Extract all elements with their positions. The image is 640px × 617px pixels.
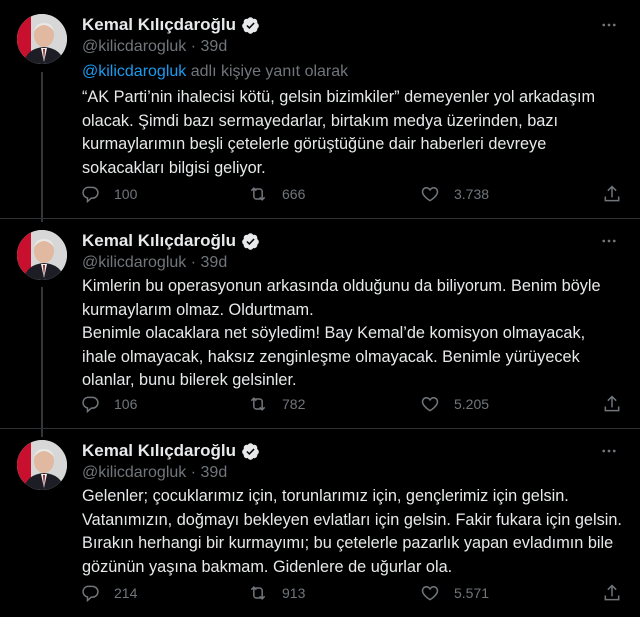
reply-icon — [82, 396, 99, 414]
reply-icon — [82, 186, 99, 204]
verified-badge-icon — [241, 232, 260, 251]
tweet-actions: 214 913 5.571 — [80, 583, 620, 607]
tweet[interactable]: Kemal Kılıçdaroğlu @kilicdarogluk · 39d … — [0, 440, 640, 615]
reply-count: 100 — [114, 186, 138, 202]
like-button[interactable]: 5.205 — [420, 394, 489, 414]
retweet-button[interactable]: 666 — [248, 184, 305, 204]
like-button[interactable]: 5.571 — [420, 583, 489, 603]
replying-to: @kilicdarogluk adlı kişiye yanıt olarak — [82, 63, 348, 81]
tweet-text: Gelenler; çocuklarımız için, torunlarımı… — [82, 487, 622, 576]
retweet-count: 666 — [282, 186, 306, 202]
share-icon[interactable] — [602, 394, 622, 419]
tweet-text: “AK Parti’nin ihalecisi kötü, gelsin biz… — [82, 88, 596, 177]
avatar[interactable] — [17, 14, 67, 64]
share-icon[interactable] — [602, 583, 622, 608]
avatar[interactable] — [17, 440, 67, 490]
heart-icon — [421, 186, 439, 202]
reply-button[interactable]: 100 — [80, 184, 137, 204]
verified-badge-icon — [241, 442, 260, 461]
retweet-count: 782 — [282, 396, 306, 412]
verified-badge-icon — [241, 16, 260, 35]
reply-mention-link[interactable]: @kilicdarogluk — [82, 63, 186, 80]
more-icon[interactable] — [600, 232, 618, 255]
reply-suffix: adlı kişiye yanıt olarak — [190, 63, 349, 80]
heart-icon — [421, 585, 439, 601]
timestamp[interactable]: 39d — [201, 464, 228, 481]
retweet-icon — [250, 187, 266, 201]
reply-button[interactable]: 214 — [80, 583, 137, 603]
reply-icon — [82, 585, 99, 603]
tweet-text: Kimlerin bu operasyonun arkasında olduğu… — [82, 277, 601, 389]
like-count: 5.205 — [454, 396, 490, 412]
handle-time: @kilicdarogluk · 39d — [82, 464, 227, 482]
reply-button[interactable]: 106 — [80, 394, 137, 414]
divider — [0, 218, 640, 219]
timestamp[interactable]: 39d — [201, 254, 228, 271]
retweet-icon — [250, 586, 266, 600]
separator: · — [190, 38, 197, 55]
handle-time: @kilicdarogluk · 39d — [82, 38, 227, 56]
reply-count: 106 — [114, 396, 138, 412]
like-count: 5.571 — [454, 585, 490, 601]
reply-count: 214 — [114, 585, 138, 601]
more-icon[interactable] — [600, 16, 618, 39]
author-handle[interactable]: @kilicdarogluk — [82, 464, 186, 481]
tweet[interactable]: Kemal Kılıçdaroğlu @kilicdarogluk · 39d … — [0, 14, 640, 214]
separator: · — [190, 464, 197, 481]
author-name[interactable]: Kemal Kılıçdaroğlu — [82, 441, 236, 461]
author-handle[interactable]: @kilicdarogluk — [82, 254, 186, 271]
heart-icon — [421, 396, 439, 412]
share-icon[interactable] — [602, 184, 622, 209]
retweet-button[interactable]: 782 — [248, 394, 305, 414]
handle-time: @kilicdarogluk · 39d — [82, 254, 227, 272]
like-button[interactable]: 3.738 — [420, 184, 489, 204]
tweet-actions: 106 782 5.205 — [80, 394, 620, 418]
retweet-count: 913 — [282, 585, 306, 601]
author-name[interactable]: Kemal Kılıçdaroğlu — [82, 231, 236, 251]
tweet-actions: 100 666 3.738 — [80, 184, 620, 208]
separator: · — [190, 254, 197, 271]
author-name[interactable]: Kemal Kılıçdaroğlu — [82, 15, 236, 35]
author-handle[interactable]: @kilicdarogluk — [82, 38, 186, 55]
timestamp[interactable]: 39d — [201, 38, 228, 55]
tweet[interactable]: Kemal Kılıçdaroğlu @kilicdarogluk · 39d … — [0, 230, 640, 420]
like-count: 3.738 — [454, 186, 490, 202]
retweet-button[interactable]: 913 — [248, 583, 305, 603]
retweet-icon — [250, 397, 266, 411]
more-icon[interactable] — [600, 442, 618, 465]
divider — [0, 428, 640, 429]
avatar[interactable] — [17, 230, 67, 280]
